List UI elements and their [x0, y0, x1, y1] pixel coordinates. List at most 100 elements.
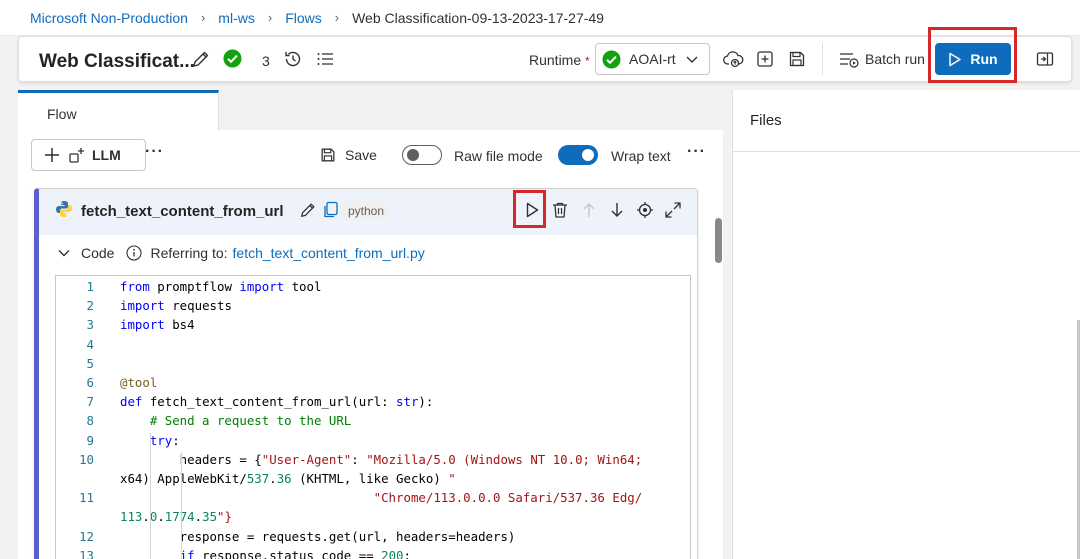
- edit-pencil-icon[interactable]: [299, 201, 317, 219]
- code-label: Code: [81, 245, 115, 261]
- line-number: 3: [86, 317, 94, 333]
- line-number: 10: [79, 451, 94, 467]
- code-line[interactable]: 11 "Chrome/113.0.0.0 Safari/537.36 Edg/: [56, 490, 690, 509]
- language-tag: python: [343, 202, 390, 220]
- chevron-right-icon: ›: [200, 10, 206, 25]
- line-content: def fetch_text_content_from_url(url: str…: [120, 394, 434, 410]
- indent-guide: [150, 433, 151, 559]
- raw-file-mode-toggle[interactable]: [402, 145, 442, 165]
- wrap-text-label: Wrap text: [611, 148, 671, 164]
- python-icon: [55, 200, 73, 218]
- tab-flow[interactable]: Flow: [18, 90, 219, 130]
- add-square-icon[interactable]: [755, 49, 775, 69]
- line-number: 5: [86, 355, 94, 371]
- code-section-header: Code Referring to: fetch_text_content_fr…: [57, 245, 425, 261]
- save-icon: [319, 146, 337, 164]
- line-content: # Send a request to the URL: [120, 413, 352, 429]
- edit-pencil-icon[interactable]: [191, 49, 211, 69]
- breadcrumb-flows[interactable]: Flows: [285, 10, 322, 26]
- referring-file-link[interactable]: fetch_text_content_from_url.py: [233, 245, 425, 261]
- line-number: 7: [86, 394, 94, 410]
- run-node-highlight: [513, 190, 546, 228]
- line-content: response = requests.get(url, headers=hea…: [120, 528, 516, 544]
- code-line[interactable]: 4: [56, 337, 690, 356]
- more-options-icon[interactable]: ···: [687, 143, 706, 161]
- code-line[interactable]: 9 try:: [56, 433, 690, 452]
- code-line[interactable]: 12 response = requests.get(url, headers=…: [56, 529, 690, 548]
- check-circle-icon: [223, 49, 242, 68]
- line-number: 12: [79, 528, 94, 544]
- delete-icon[interactable]: [551, 201, 569, 219]
- chevron-down-icon: [685, 52, 699, 69]
- save-button[interactable]: Save: [319, 146, 377, 164]
- breadcrumb-workspace[interactable]: ml-ws: [218, 10, 255, 26]
- toolbar-divider: [822, 43, 823, 75]
- code-line[interactable]: 8 # Send a request to the URL: [56, 413, 690, 432]
- status-count: 3: [262, 53, 270, 69]
- code-editor[interactable]: 1 from promptflow import tool 2 import requ…: [55, 275, 691, 559]
- node-name: fetch_text_content_from_url: [81, 203, 284, 220]
- code-line[interactable]: 13 if response.status_code == 200:: [56, 548, 690, 559]
- cloud-upload-icon[interactable]: [723, 49, 744, 69]
- line-content: @tool: [120, 375, 158, 390]
- check-circle-icon: [602, 50, 621, 69]
- list-icon[interactable]: [315, 49, 335, 69]
- raw-file-mode-label: Raw file mode: [454, 148, 543, 164]
- line-number: 8: [86, 413, 94, 429]
- line-number: 1: [86, 279, 94, 294]
- code-line[interactable]: 2 import requests: [56, 298, 690, 317]
- line-number: 4: [86, 336, 94, 352]
- node-card: fetch_text_content_from_url python Code …: [34, 188, 698, 559]
- more-options-icon[interactable]: ···: [145, 143, 164, 161]
- line-number: 9: [86, 432, 94, 448]
- editor-scrollbar-thumb[interactable]: [715, 218, 722, 263]
- code-line[interactable]: 3 import bs4: [56, 317, 690, 336]
- line-content: if response.status_code == 200:: [179, 547, 411, 559]
- plus-icon: [44, 147, 60, 163]
- line-content: headers = {"User-Agent": "Mozilla/5.0 (W…: [120, 451, 643, 467]
- code-line[interactable]: 7 def fetch_text_content_from_url(url: st…: [56, 394, 690, 413]
- breadcrumb: Microsoft Non-Production › ml-ws › Flows…: [0, 0, 1080, 36]
- code-line[interactable]: x64) AppleWebKit/537.36 (KHTML, like Gec…: [56, 471, 690, 490]
- arrow-down-icon[interactable]: [609, 201, 625, 219]
- locate-icon[interactable]: [636, 201, 654, 219]
- add-llm-button[interactable]: LLM: [31, 139, 146, 171]
- wrap-text-toggle[interactable]: [558, 145, 598, 165]
- code-line[interactable]: 6 @tool: [56, 375, 690, 394]
- editor-toolbar: LLM ··· Save Raw file mode Wrap text ···: [18, 130, 723, 180]
- save-label: Save: [345, 147, 377, 163]
- node-header: fetch_text_content_from_url python: [39, 189, 697, 235]
- chevron-down-icon[interactable]: [57, 246, 71, 260]
- chevron-right-icon: ›: [267, 10, 273, 25]
- expand-icon[interactable]: [664, 201, 682, 219]
- history-icon[interactable]: [283, 49, 303, 69]
- copy-icon[interactable]: [322, 201, 339, 219]
- line-number: 2: [86, 298, 94, 314]
- files-title: Files: [733, 90, 1080, 152]
- save-icon[interactable]: [787, 49, 807, 69]
- line-number: 11: [79, 490, 94, 506]
- panel-expand-icon[interactable]: [1035, 49, 1055, 69]
- arrow-up-icon[interactable]: [581, 201, 597, 219]
- tab-strip: Flow: [18, 90, 723, 130]
- runtime-value: AOAI-rt: [629, 51, 676, 67]
- llm-icon: [68, 146, 86, 164]
- info-icon[interactable]: [126, 245, 143, 261]
- referring-label: Referring to:: [150, 245, 228, 261]
- flow-title: Web Classificat...: [39, 51, 195, 72]
- chevron-right-icon: ›: [334, 10, 340, 25]
- runtime-select[interactable]: AOAI-rt: [595, 43, 710, 75]
- line-content: import requests: [120, 298, 232, 314]
- line-content: "Chrome/113.0.0.0 Safari/537.36 Edg/: [373, 490, 643, 506]
- runtime-label: Runtime *: [529, 52, 590, 68]
- batch-run-button[interactable]: Batch run: [839, 43, 925, 75]
- breadcrumb-current: Web Classification-09-13-2023-17-27-49: [352, 9, 604, 26]
- run-button-highlight: [928, 27, 1017, 83]
- line-content: from promptflow import tool: [120, 279, 322, 294]
- breadcrumb-workspace-root[interactable]: Microsoft Non-Production: [30, 10, 188, 26]
- line-content: x64) AppleWebKit/537.36 (KHTML, like Gec…: [120, 471, 456, 486]
- code-line[interactable]: 1 from promptflow import tool: [56, 279, 690, 298]
- code-line[interactable]: 5: [56, 356, 690, 375]
- code-line[interactable]: 10 headers = {"User-Agent": "Mozilla/5.0…: [56, 452, 690, 471]
- code-line[interactable]: 113.0.1774.35"}: [56, 509, 690, 528]
